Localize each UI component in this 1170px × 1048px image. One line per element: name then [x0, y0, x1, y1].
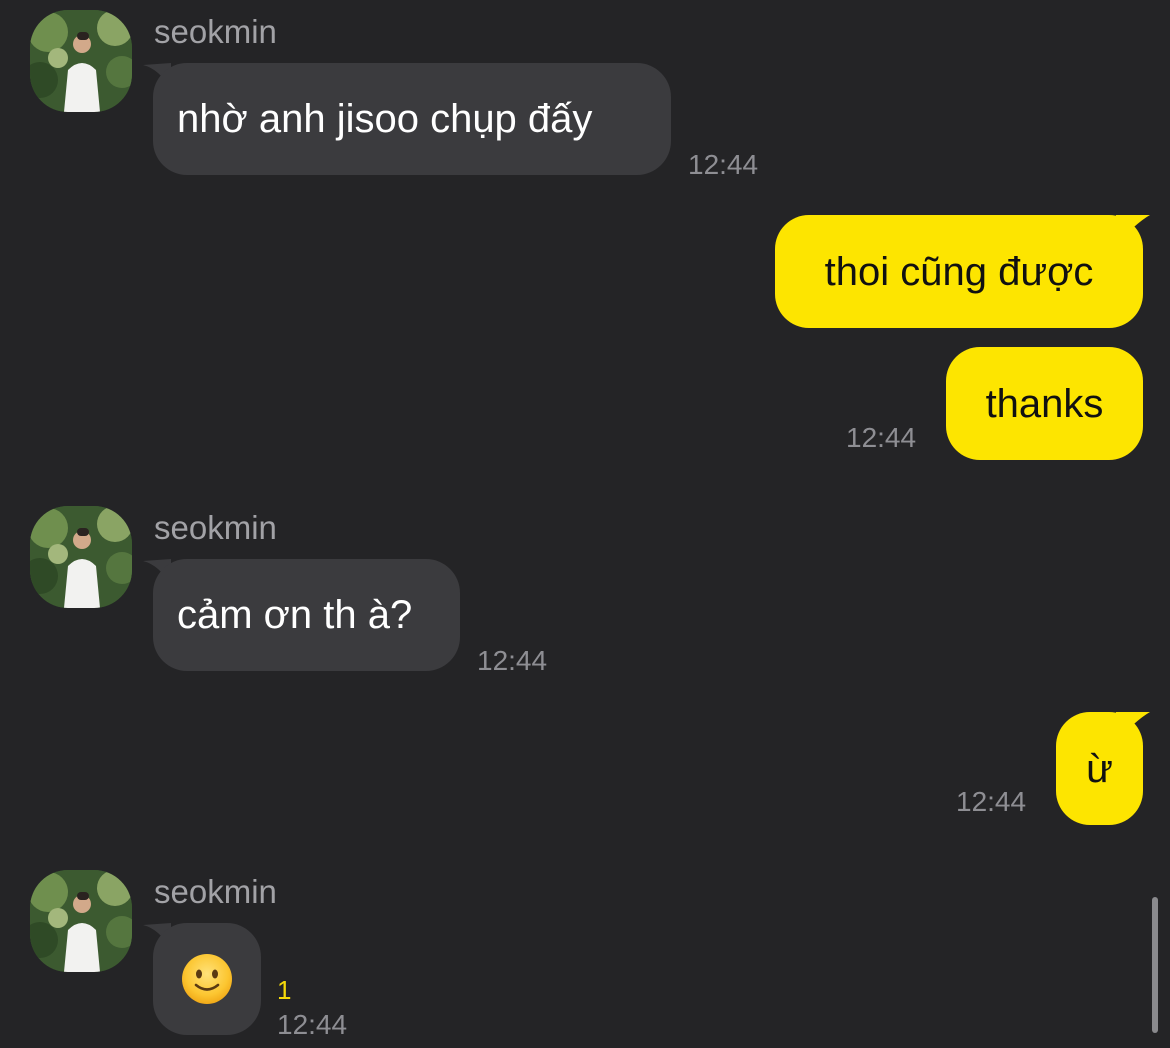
message-timestamp: 12:44 — [846, 422, 917, 453]
avatar[interactable] — [30, 506, 132, 608]
incoming-message-bubble[interactable]: cảm ơn th à? — [153, 559, 460, 671]
avatar[interactable] — [30, 870, 132, 972]
outgoing-message-bubble[interactable]: thoi cũng được — [775, 215, 1143, 328]
slightly-smiling-face-icon — [182, 954, 232, 1004]
unread-count: 1 — [277, 975, 292, 1005]
avatar[interactable] — [30, 10, 132, 112]
incoming-message-bubble[interactable] — [153, 923, 261, 1035]
sender-name: seokmin — [154, 509, 277, 546]
message-timestamp: 12:44 — [956, 786, 1027, 817]
outgoing-message-bubble[interactable]: ừ — [1056, 712, 1143, 825]
outgoing-message-bubble[interactable]: thanks — [946, 347, 1143, 460]
message-text: thanks — [985, 381, 1104, 426]
message-timestamp: 12:44 — [477, 645, 548, 676]
message-text: nhờ anh jisoo chụp đấy — [177, 97, 593, 141]
message-text: ừ — [1086, 746, 1113, 791]
sender-name: seokmin — [154, 13, 277, 50]
message-timestamp: 12:44 — [277, 1009, 348, 1040]
incoming-message-bubble[interactable]: nhờ anh jisoo chụp đấy — [153, 63, 671, 175]
message-timestamp: 12:44 — [688, 149, 759, 180]
sender-name: seokmin — [154, 873, 277, 910]
scrollbar[interactable] — [1152, 897, 1158, 1033]
message-text: thoi cũng được — [824, 249, 1094, 294]
message-text: cảm ơn th à? — [177, 593, 413, 637]
